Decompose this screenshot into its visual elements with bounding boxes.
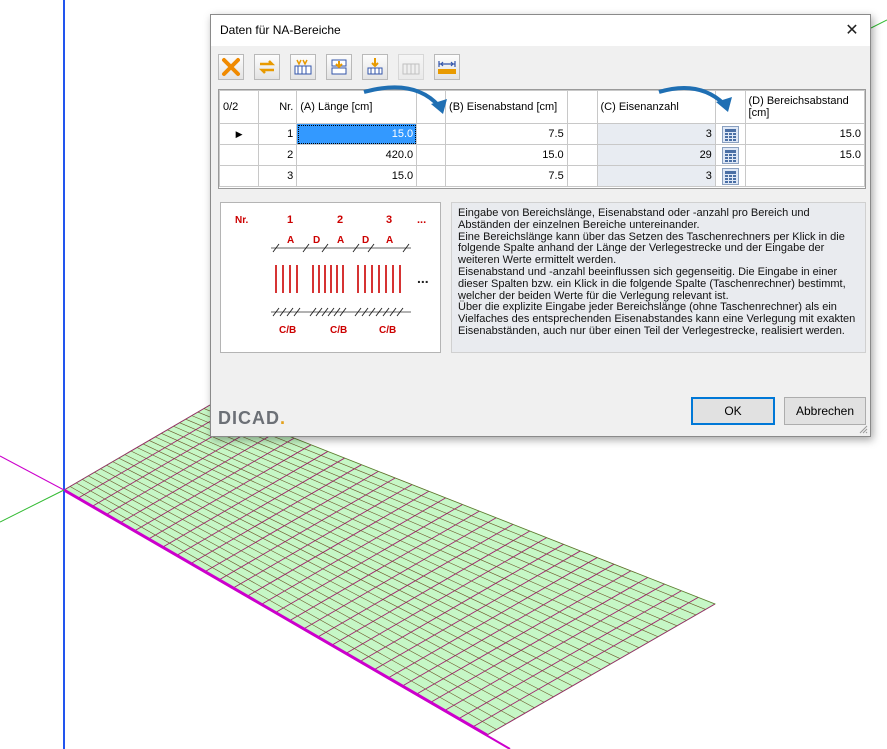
calculator-icon [721, 167, 739, 185]
calculator-icon [721, 146, 739, 164]
dimension-icon [438, 61, 456, 74]
col-header-distance[interactable]: (D) Bereichsabstand [cm] [744, 90, 866, 124]
diagram-cb-label: C/B [379, 325, 396, 336]
table-row[interactable]: 2 420.0 15.0 29 15.0 [218, 144, 866, 166]
description-text: Eisenabstand und -anzahl beeinflussen si… [458, 265, 846, 302]
diagram-number: 2 [337, 214, 343, 226]
dicad-logo: DICAD. [218, 408, 286, 429]
description-panel: Eingabe von Bereichslänge, Eisenabstand … [451, 202, 866, 353]
axis-green-top [870, 19, 887, 29]
cell-length-calc[interactable] [416, 165, 447, 187]
diagram-number: 1 [287, 214, 293, 226]
cell-count[interactable]: 3 [596, 123, 716, 145]
insert-rows-button[interactable] [290, 54, 316, 80]
row-selector-arrow-icon[interactable]: ▶ [218, 123, 260, 145]
close-icon[interactable]: ✕ [834, 15, 870, 46]
cell-distance[interactable] [744, 165, 866, 187]
resize-grip-icon[interactable] [858, 424, 868, 434]
col-header-length-calc[interactable] [416, 90, 447, 124]
cell-count[interactable]: 3 [596, 165, 716, 187]
diagram-label-d: D [313, 235, 320, 246]
regions-table: 0/2 Nr. (A) Länge [cm] (B) Eisenabstand … [218, 90, 866, 187]
na-regions-dialog: Daten für NA-Bereiche ✕ 0/2 Nr. (A) Läng… [210, 14, 871, 437]
cell-spacing[interactable]: 7.5 [445, 123, 568, 145]
diagram-nr-label: Nr. [235, 215, 249, 226]
cell-spacing-calc[interactable] [566, 123, 598, 145]
logo-dot: . [280, 408, 287, 428]
description-text: Eine Bereichslänge kann über das Setzen … [458, 230, 845, 267]
insert-row-above-button[interactable] [326, 54, 352, 80]
cell-length-calc[interactable] [416, 123, 447, 145]
cell-spacing[interactable]: 15.0 [445, 144, 568, 166]
delete-icon [222, 58, 240, 76]
table-row[interactable]: 3 15.0 7.5 3 [218, 165, 866, 187]
swap-icon [258, 60, 276, 74]
cell-distance[interactable]: 15.0 [744, 144, 866, 166]
diagram-label-a: A [386, 235, 393, 246]
col-header-length[interactable]: (A) Länge [cm] [296, 90, 418, 124]
description-text: Eingabe von Bereichslänge, Eisenabstand … [458, 207, 810, 231]
delete-button[interactable] [218, 54, 244, 80]
cell-nr: 1 [258, 123, 298, 145]
calculator-button[interactable] [714, 144, 746, 166]
insert-row-below-button[interactable] [362, 54, 388, 80]
schematic-image: Nr. 1 2 3 ... A D A D A ... C/B C/B C/B [220, 202, 441, 353]
diagram-label-a: A [337, 235, 344, 246]
disabled-rows-icon [402, 63, 420, 75]
axis-green [0, 489, 65, 523]
calculator-button[interactable] [714, 165, 746, 187]
diagram-number: ... [417, 214, 426, 226]
cell-spacing[interactable]: 7.5 [445, 165, 568, 187]
diagram-label-d: D [362, 235, 369, 246]
insert-rows-icon [294, 59, 312, 75]
cancel-button[interactable]: Abbrechen [784, 397, 866, 425]
description-text: Über die explizite Eingabe jeder Bereich… [458, 301, 856, 337]
reinforcement-mesh [63, 404, 717, 737]
diagram-cb-label: C/B [279, 325, 296, 336]
insert-row-below-icon [367, 58, 383, 75]
row-selector[interactable] [218, 144, 260, 166]
col-header-spacing-calc[interactable] [566, 90, 598, 124]
cell-length-calc[interactable] [416, 144, 447, 166]
col-header-nr[interactable]: Nr. [258, 90, 298, 124]
table-row[interactable]: ▶ 1 15.0 7.5 3 15.0 [218, 123, 866, 145]
dimension-button[interactable] [434, 54, 460, 80]
diagram-number: 3 [386, 214, 392, 226]
cell-length[interactable]: 420.0 [296, 144, 418, 166]
calculator-button[interactable] [714, 123, 746, 145]
col-header-count[interactable]: (C) Eisenanzahl [596, 90, 716, 124]
ok-button[interactable]: OK [691, 397, 775, 425]
col-header-spacing[interactable]: (B) Eisenabstand [cm] [445, 90, 568, 124]
insert-row-above-icon [331, 59, 347, 75]
cell-spacing-calc[interactable] [566, 165, 598, 187]
title-bar: Daten für NA-Bereiche ✕ [211, 15, 870, 46]
diagram-label-a: A [287, 235, 294, 246]
diagram-dots: ... [417, 270, 429, 286]
cell-nr: 3 [258, 165, 298, 187]
header-row: 0/2 Nr. (A) Länge [cm] (B) Eisenabstand … [218, 90, 866, 124]
disabled-rows-button[interactable] [398, 54, 424, 80]
dialog-title: Daten für NA-Bereiche [220, 23, 341, 37]
mesh-surface [63, 404, 717, 736]
cell-count[interactable]: 29 [596, 144, 716, 166]
col-header-count-calc[interactable] [714, 90, 746, 124]
row-counter: 0/2 [218, 90, 260, 124]
axis-diagonal-magenta [0, 455, 65, 491]
cell-length[interactable]: 15.0 [296, 123, 418, 145]
cell-distance[interactable]: 15.0 [744, 123, 866, 145]
row-selector[interactable] [218, 165, 260, 187]
rebar-bars [275, 265, 401, 293]
cell-length[interactable]: 15.0 [296, 165, 418, 187]
calculator-icon [721, 125, 739, 143]
logo-text: DICAD [218, 408, 280, 428]
cell-spacing-calc[interactable] [566, 144, 598, 166]
regions-grid[interactable]: 0/2 Nr. (A) Länge [cm] (B) Eisenabstand … [218, 85, 866, 189]
swap-button[interactable] [254, 54, 280, 80]
diagram-cb-label: C/B [330, 325, 347, 336]
cell-nr: 2 [258, 144, 298, 166]
